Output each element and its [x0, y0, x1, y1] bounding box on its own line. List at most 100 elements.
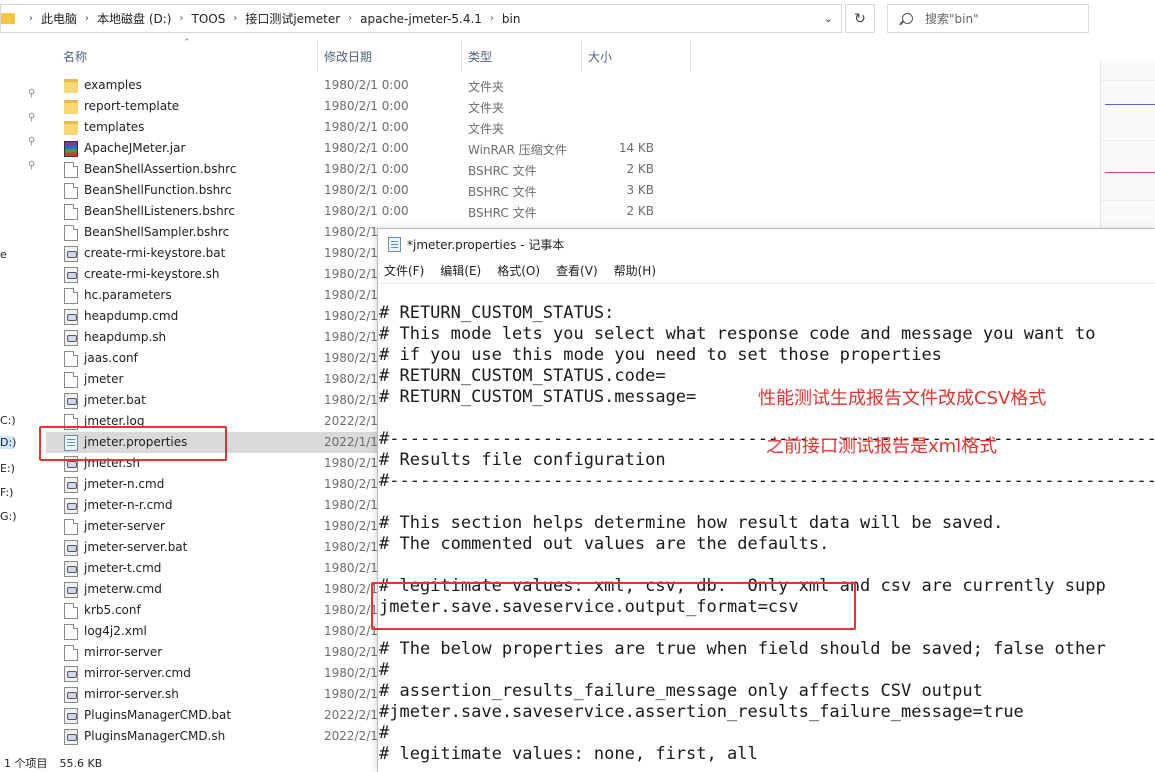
file-modified: 1980/2/1 — [324, 582, 378, 596]
gear-icon — [64, 540, 78, 556]
column-header-type[interactable]: 类型 — [462, 40, 582, 72]
menu-view[interactable]: 查看(V) — [556, 262, 598, 279]
file-modified: 1980/2/1 0:00 — [324, 183, 409, 197]
file-name: templates — [84, 120, 145, 134]
nav-item-drive[interactable]: C:) — [0, 414, 16, 427]
nav-item-drive[interactable]: G:) — [0, 510, 17, 523]
notepad-titlebar[interactable]: *jmeter.properties - 记事本 — [378, 229, 1155, 259]
file-name: jmeter-n-r.cmd — [84, 498, 173, 512]
chevron-right-icon[interactable]: › — [179, 13, 183, 24]
column-header-name[interactable]: 名称 — [57, 40, 318, 72]
file-name: create-rmi-keystore.sh — [84, 267, 220, 281]
text-line: # RETURN_CUSTOM_STATUS: — [379, 303, 615, 323]
text-line: # — [379, 723, 390, 743]
file-modified: 1980/2/1 — [324, 372, 378, 386]
annotation-note: 性能测试生成报告文件改成CSV格式 — [758, 388, 1047, 409]
text-line: # RETURN_CUSTOM_STATUS.message= — [379, 387, 697, 407]
file-modified: 1980/2/1 — [324, 645, 378, 659]
menu-edit[interactable]: 编辑(E) — [440, 262, 481, 279]
graph-line — [1105, 104, 1155, 105]
file-modified: 1980/2/1 0:00 — [324, 99, 409, 113]
breadcrumb-item[interactable]: TOOS — [191, 12, 225, 26]
breadcrumb-item[interactable]: apache-jmeter-5.4.1 — [360, 12, 482, 26]
file-name: heapdump.cmd — [84, 309, 179, 323]
file-row[interactable]: BeanShellAssertion.bshrc 1980/2/1 0:00 BSH… — [46, 159, 1086, 180]
chevron-right-icon[interactable]: › — [348, 13, 352, 24]
pin-icon[interactable]: ⚲ — [28, 88, 38, 99]
file-size: 3 KB — [626, 183, 654, 197]
file-modified: 1980/2/1 0:00 — [324, 78, 409, 92]
menu-format[interactable]: 格式(O) — [497, 262, 540, 279]
menu-file[interactable]: 文件(F) — [384, 262, 424, 279]
notepad-window: *jmeter.properties - 记事本 文件(F) 编辑(E) 格式(… — [377, 228, 1155, 772]
breadcrumb-item[interactable]: 此电脑 — [41, 10, 77, 27]
file-modified: 1980/2/1 — [324, 624, 378, 638]
file-row[interactable]: ApacheJMeter.jar 1980/2/1 0:00 WinRAR 压缩文件… — [46, 138, 1086, 159]
file-icon — [64, 372, 78, 388]
breadcrumb-item[interactable]: bin — [502, 12, 521, 26]
gear-icon — [64, 246, 78, 262]
text-line: #---------------------------------------… — [379, 471, 1155, 491]
file-row[interactable]: examples 1980/2/1 0:00 文件夹 — [46, 75, 1086, 96]
file-size: 14 KB — [618, 141, 654, 155]
column-header-modified[interactable]: 修改日期 — [318, 40, 462, 72]
file-type: 文件夹 — [468, 122, 505, 136]
nav-item-drive[interactable]: F:) — [0, 486, 13, 499]
chevron-down-icon[interactable]: ⌄ — [824, 12, 833, 25]
column-header-size[interactable]: 大小 — [582, 40, 691, 72]
folder-icon — [64, 121, 78, 135]
text-line: # The commented out values are the defau… — [379, 534, 830, 554]
file-icon — [64, 183, 78, 199]
file-name: BeanShellSampler.bshrc — [84, 225, 230, 239]
pin-icon[interactable]: ⚲ — [28, 112, 38, 123]
gear-icon — [64, 687, 78, 703]
file-type: BSHRC 文件 — [468, 164, 537, 178]
breadcrumb-item[interactable]: 接口测试jemeter — [245, 10, 340, 27]
file-icon — [64, 624, 78, 640]
file-modified: 1980/2/1 — [324, 456, 378, 470]
file-modified: 1980/2/1 — [324, 351, 378, 365]
chevron-right-icon[interactable]: › — [233, 13, 237, 24]
gear-icon — [64, 498, 78, 514]
file-modified: 2022/2/1 — [324, 414, 378, 428]
chevron-right-icon[interactable]: › — [85, 13, 89, 24]
folder-icon — [64, 100, 78, 114]
nav-item[interactable]: e — [0, 248, 7, 261]
gear-icon — [64, 666, 78, 682]
file-modified: 2022/2/1 — [324, 729, 378, 743]
file-name: jmeter.bat — [84, 393, 146, 407]
text-line: # Results file configuration — [379, 450, 666, 470]
chevron-right-icon[interactable]: › — [490, 13, 494, 24]
search-input[interactable]: 搜索"bin" — [887, 4, 1089, 33]
file-modified: 1980/2/1 — [324, 477, 378, 491]
file-row[interactable]: templates 1980/2/1 0:00 文件夹 — [46, 117, 1086, 138]
breadcrumb-item[interactable]: 本地磁盘 (D:) — [97, 10, 171, 27]
file-row[interactable]: BeanShellFunction.bshrc 1980/2/1 0:00 BSHR… — [46, 180, 1086, 201]
file-row[interactable]: BeanShellListeners.bshrc 1980/2/1 0:00 BSH… — [46, 201, 1086, 222]
file-icon — [64, 645, 78, 661]
file-name: krb5.conf — [84, 603, 141, 617]
file-name: jmeter.sh — [84, 456, 140, 470]
file-name: mirror-server.sh — [84, 687, 179, 701]
refresh-button[interactable]: ↻ — [845, 4, 875, 33]
file-type: WinRAR 压缩文件 — [468, 143, 567, 157]
file-modified: 1980/2/1 0:00 — [324, 204, 409, 218]
file-name: report-template — [84, 99, 180, 113]
nav-item-drive[interactable]: E:) — [0, 462, 15, 475]
nav-item-drive[interactable]: D:) — [0, 436, 16, 449]
file-name: hc.parameters — [84, 288, 172, 302]
file-icon — [64, 288, 78, 304]
menu-help[interactable]: 帮助(H) — [614, 262, 656, 279]
file-modified: 1980/2/1 — [324, 267, 378, 281]
address-bar[interactable]: › 此电脑 › 本地磁盘 (D:) › TOOS › 接口测试jemeter ›… — [0, 4, 842, 33]
text-line: # if you use this mode you need to set t… — [379, 345, 942, 365]
pin-icon[interactable]: ⚲ — [28, 160, 38, 171]
file-modified: 1980/2/1 — [324, 288, 378, 302]
file-name: examples — [84, 78, 142, 92]
file-row[interactable]: report-template 1980/2/1 0:00 文件夹 — [46, 96, 1086, 117]
file-modified: 1980/2/1 — [324, 225, 378, 239]
pin-icon[interactable]: ⚲ — [28, 136, 38, 147]
notepad-text-area[interactable]: # RETURN_CUSTOM_STATUS: # This mode lets … — [378, 283, 1155, 772]
notepad-title: *jmeter.properties - 记事本 — [407, 237, 565, 252]
gear-icon — [64, 582, 78, 598]
